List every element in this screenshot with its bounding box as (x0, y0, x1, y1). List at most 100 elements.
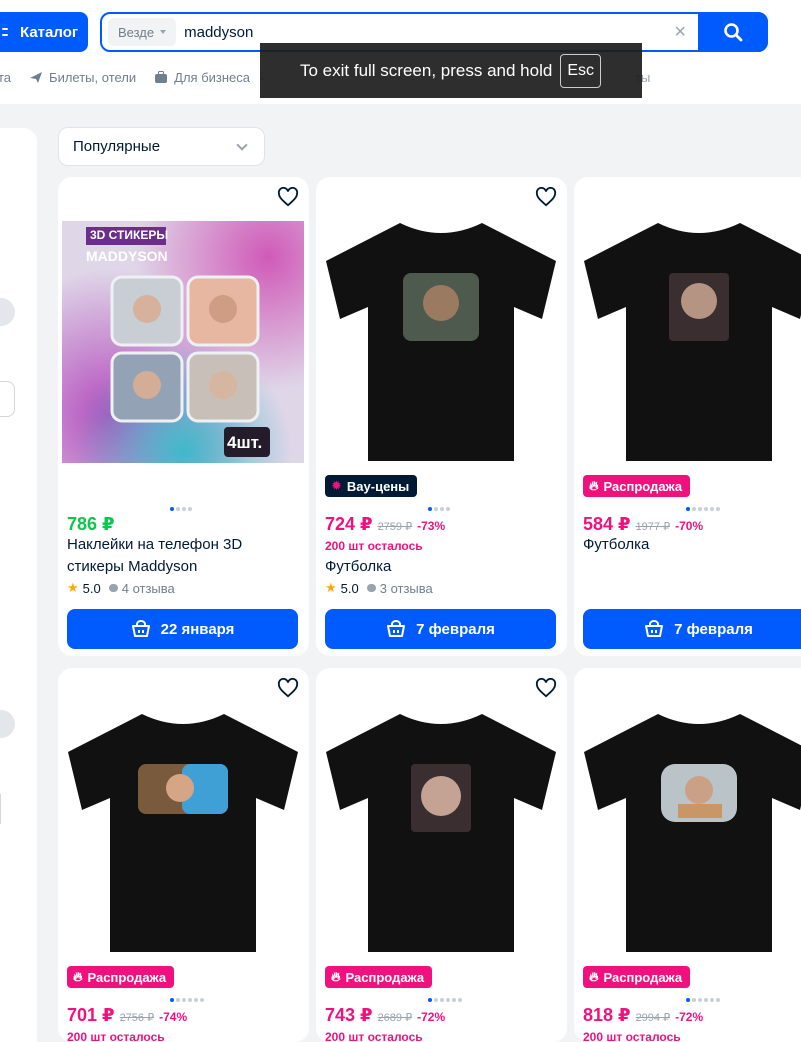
reviews-count[interactable]: 4 отзыва (122, 581, 175, 596)
image-title: 3D СТИКЕРЫ (90, 228, 169, 242)
heart-icon[interactable] (277, 187, 299, 207)
sale-badge: 🔥︎ Распродажа (67, 966, 175, 988)
sort-select[interactable]: Популярные (58, 127, 265, 166)
nav-item-business[interactable]: Для бизнеса ⌄ (154, 69, 266, 85)
price: 786 ₽ (67, 514, 115, 534)
product-card[interactable]: 🔥︎ Распродажа 743 ₽ 2689 ₽ -72% 200 шт о… (316, 668, 567, 1042)
heart-icon[interactable] (277, 678, 299, 698)
price: 724 ₽ (325, 514, 373, 534)
rating: ★ 5.0 4 отзыва (67, 580, 175, 596)
discount: -72% (417, 1010, 446, 1024)
filter-input[interactable] (0, 794, 1, 824)
image-carousel-dots (686, 507, 720, 511)
product-title[interactable]: Футболка (325, 556, 555, 578)
filter-input[interactable] (0, 381, 15, 417)
nav-item-label: Для бизнеса (174, 69, 251, 85)
old-price: 2756 ₽ (119, 1012, 155, 1024)
flame-icon: 🔥︎ (73, 969, 83, 984)
flame-icon: 🔥︎ (589, 478, 599, 493)
product-card[interactable]: ✹ Вау-цены 724 ₽ 2759 ₽ -73% 200 шт оста… (316, 177, 567, 656)
badge-label: Распродажа (603, 969, 683, 985)
comment-icon (108, 584, 118, 592)
product-image[interactable] (62, 712, 304, 954)
add-to-cart-button[interactable]: 7 февраля (583, 609, 801, 649)
esc-key: Esc (560, 53, 601, 88)
tshirt-image (326, 223, 556, 461)
sale-badge: 🔥︎ Распродажа (325, 966, 433, 988)
plane-icon (30, 72, 43, 83)
product-card[interactable]: 3D СТИКЕРЫ MADDYSON 4шт. 786 ₽ Наклейки … (58, 177, 309, 656)
image-carousel-dots (170, 507, 192, 511)
sort-label: Популярные (73, 138, 161, 155)
sparkle-icon: ✹ (331, 478, 342, 493)
product-card[interactable]: 🔥︎ Распродажа 701 ₽ 2756 ₽ -74% 200 шт о… (58, 668, 309, 1042)
old-price: 2759 ₽ (377, 521, 413, 533)
filter-toggle[interactable] (0, 710, 15, 738)
search-scope-select[interactable]: Везде (108, 18, 177, 46)
promo-badge: ✹ Вау-цены (325, 475, 418, 497)
price: 584 ₽ (583, 514, 631, 534)
old-price: 1977 ₽ (635, 521, 671, 533)
price-row: 724 ₽ 2759 ₽ -73% (325, 514, 445, 535)
cart-icon (387, 620, 406, 637)
heart-icon[interactable] (535, 187, 557, 207)
clear-icon[interactable]: × (674, 21, 686, 43)
tshirt-image (68, 714, 298, 952)
badge-label: Распродажа (603, 478, 683, 494)
nav-item-cut[interactable]: та (0, 70, 11, 85)
product-card[interactable]: 🔥︎ Распродажа 584 ₽ 1977 ₽ -70% Футболка… (574, 177, 801, 656)
rating-value: 5.0 (82, 580, 101, 596)
catalog-button[interactable]: Каталог (0, 12, 88, 52)
product-image[interactable]: 3D СТИКЕРЫ MADDYSON 4шт. (62, 221, 304, 463)
product-image[interactable] (320, 221, 562, 463)
product-title[interactable]: Наклейки на телефон 3D стикеры Maddyson (67, 534, 297, 578)
product-image[interactable] (578, 221, 801, 463)
chevron-down-icon (236, 139, 248, 151)
search-button[interactable] (698, 12, 768, 52)
nav-item-tickets[interactable]: Билеты, отели (29, 70, 136, 85)
heart-icon[interactable] (535, 678, 557, 698)
add-to-cart-button[interactable]: 7 февраля (325, 609, 556, 649)
old-price: 2994 ₽ (635, 1012, 671, 1024)
image-carousel-dots (686, 998, 720, 1002)
search-icon (724, 23, 743, 42)
image-subtitle: MADDYSON (86, 248, 168, 264)
discount: -74% (159, 1010, 188, 1024)
briefcase-icon (155, 70, 168, 83)
top-nav: та Билеты, отели Для бизнеса ⌄ (0, 64, 284, 90)
star-icon: ★ (67, 580, 79, 595)
nav-item-label: та (0, 69, 12, 85)
stock-left: 200 шт осталось (583, 1030, 681, 1042)
filter-toggle[interactable] (0, 298, 15, 326)
image-carousel-dots (428, 507, 450, 511)
cart-icon (131, 620, 150, 637)
product-card[interactable]: 🔥︎ Распродажа 818 ₽ 2994 ₽ -72% 200 шт о… (574, 668, 801, 1042)
badge-label: Вау-цены (346, 478, 410, 494)
rating: ★ 5.0 3 отзыва (325, 580, 433, 596)
flame-icon: 🔥︎ (589, 969, 599, 984)
search-input[interactable] (184, 23, 655, 41)
rating-value: 5.0 (340, 580, 359, 596)
badge-label: Распродажа (345, 969, 425, 985)
price: 743 ₽ (325, 1005, 373, 1025)
delivery-date: 7 февраля (674, 620, 753, 638)
stock-left: 200 шт осталось (325, 1030, 423, 1042)
product-title[interactable]: Футболка (583, 534, 801, 556)
price: 701 ₽ (67, 1005, 115, 1025)
image-carousel-dots (170, 998, 204, 1002)
reviews-count[interactable]: 3 отзыва (380, 581, 433, 596)
catalog-label: Каталог (20, 23, 79, 41)
price: 818 ₽ (583, 1005, 631, 1025)
price-row: 786 ₽ (67, 514, 115, 535)
price-row: 584 ₽ 1977 ₽ -70% (583, 514, 703, 535)
product-image[interactable] (320, 712, 562, 954)
image-count-badge: 4шт. (227, 433, 263, 452)
add-to-cart-button[interactable]: 22 января (67, 609, 298, 649)
star-icon: ★ (325, 580, 337, 595)
badge-label: Распродажа (87, 969, 167, 985)
comment-icon (366, 584, 376, 592)
product-image[interactable] (578, 712, 801, 954)
discount: -72% (675, 1010, 704, 1024)
stock-left: 200 шт осталось (325, 539, 423, 553)
tshirt-image (326, 714, 556, 952)
